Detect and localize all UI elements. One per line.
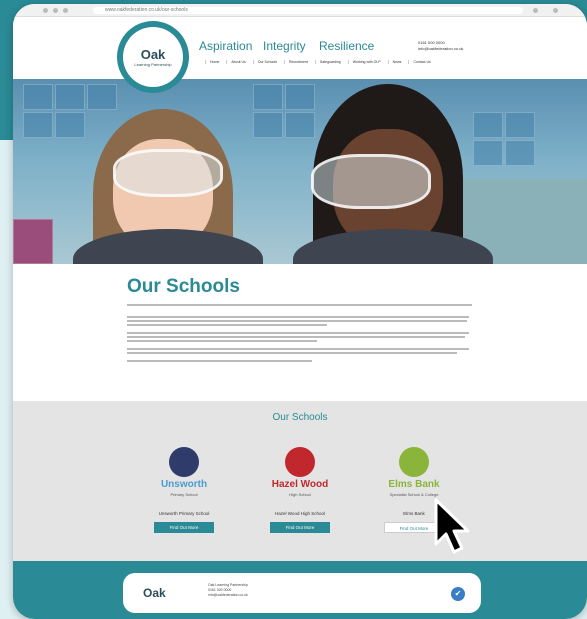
- schools-heading: Our Schools: [272, 412, 328, 423]
- school-name: Hazel Wood: [271, 479, 329, 490]
- nav-news[interactable]: News: [387, 60, 406, 64]
- mouse-cursor-icon: [434, 498, 470, 554]
- nav-recruitment[interactable]: Recruitment: [284, 60, 312, 64]
- footer-email[interactable]: info@oakfederation.co.uk: [208, 593, 248, 598]
- nav-safeguarding[interactable]: Safeguarding: [314, 60, 345, 64]
- menu-icon[interactable]: [553, 8, 558, 13]
- logo-subtitle: Learning Partnership: [134, 62, 172, 67]
- tagline-resilience: Resilience: [319, 39, 375, 53]
- elms-bank-tree-icon: [399, 447, 429, 477]
- nav-home[interactable]: Home: [205, 60, 223, 64]
- footer-card: Oak Oak Learning Partnership 0161 000 00…: [123, 573, 481, 613]
- nav-working-with[interactable]: Working with OLP: [347, 60, 385, 64]
- nav-our-schools[interactable]: Our Schools: [252, 60, 281, 64]
- schools-section: Our Schools Unsworth Primary School Unsw…: [13, 401, 587, 561]
- header-email[interactable]: info@oakfederation.co.uk: [418, 46, 463, 52]
- tagline-aspiration: Aspiration: [199, 39, 253, 53]
- browser-toolbar: www.oakfederation.co.uk/our-schools: [13, 4, 587, 17]
- twitter-icon[interactable]: ✔: [451, 587, 465, 601]
- school-card-unsworth: Unsworth Primary School Unsworth Primary…: [129, 447, 239, 534]
- back-icon[interactable]: [43, 8, 48, 13]
- main-content: Our Schools: [13, 264, 587, 401]
- nav-about[interactable]: About Us: [226, 60, 249, 64]
- school-name: Unsworth: [160, 479, 208, 490]
- hero-image: [13, 79, 587, 264]
- main-nav: Home About Us Our Schools Recruitment Sa…: [205, 60, 435, 64]
- hazel-wood-emblem-icon: [285, 447, 315, 477]
- forward-icon[interactable]: [53, 8, 58, 13]
- find-out-more-button[interactable]: Find Out More: [270, 522, 330, 533]
- address-bar[interactable]: www.oakfederation.co.uk/our-schools: [93, 7, 523, 14]
- logo-word: Oak: [140, 47, 166, 62]
- school-card-hazel-wood: Hazel Wood High School Hazel Wood High S…: [245, 447, 355, 534]
- browser-window: www.oakfederation.co.uk/our-schools Oak …: [13, 4, 587, 619]
- tagline-integrity: Integrity: [263, 39, 306, 53]
- school-subtitle: Primary School: [170, 492, 198, 497]
- school-caption: Hazel Wood High School: [275, 511, 325, 516]
- intro-text: [127, 304, 472, 306]
- site-footer: Oak Oak Learning Partnership 0161 000 00…: [13, 561, 587, 619]
- page-title: Our Schools: [127, 276, 240, 297]
- site-logo[interactable]: Oak Learning Partnership: [117, 21, 189, 93]
- header-contact: 0161 000 0000 info@oakfederation.co.uk: [418, 40, 463, 52]
- footer-logo[interactable]: Oak: [143, 586, 166, 600]
- nav-contact[interactable]: Contact Us: [408, 60, 434, 64]
- reload-icon[interactable]: [63, 8, 68, 13]
- school-subtitle: High School: [289, 492, 311, 497]
- site-header: Oak Learning Partnership Aspiration Inte…: [13, 17, 587, 93]
- unsworth-emblem-icon: [169, 447, 199, 477]
- school-name: Elms Bank: [388, 479, 440, 490]
- school-caption: Unsworth Primary School: [158, 511, 210, 516]
- find-out-more-button[interactable]: Find Out More: [154, 522, 214, 533]
- bookmark-icon[interactable]: [533, 8, 538, 13]
- footer-contact: Oak Learning Partnership 0161 000 0000 i…: [208, 583, 248, 598]
- school-subtitle: Specialist School & College: [389, 492, 439, 497]
